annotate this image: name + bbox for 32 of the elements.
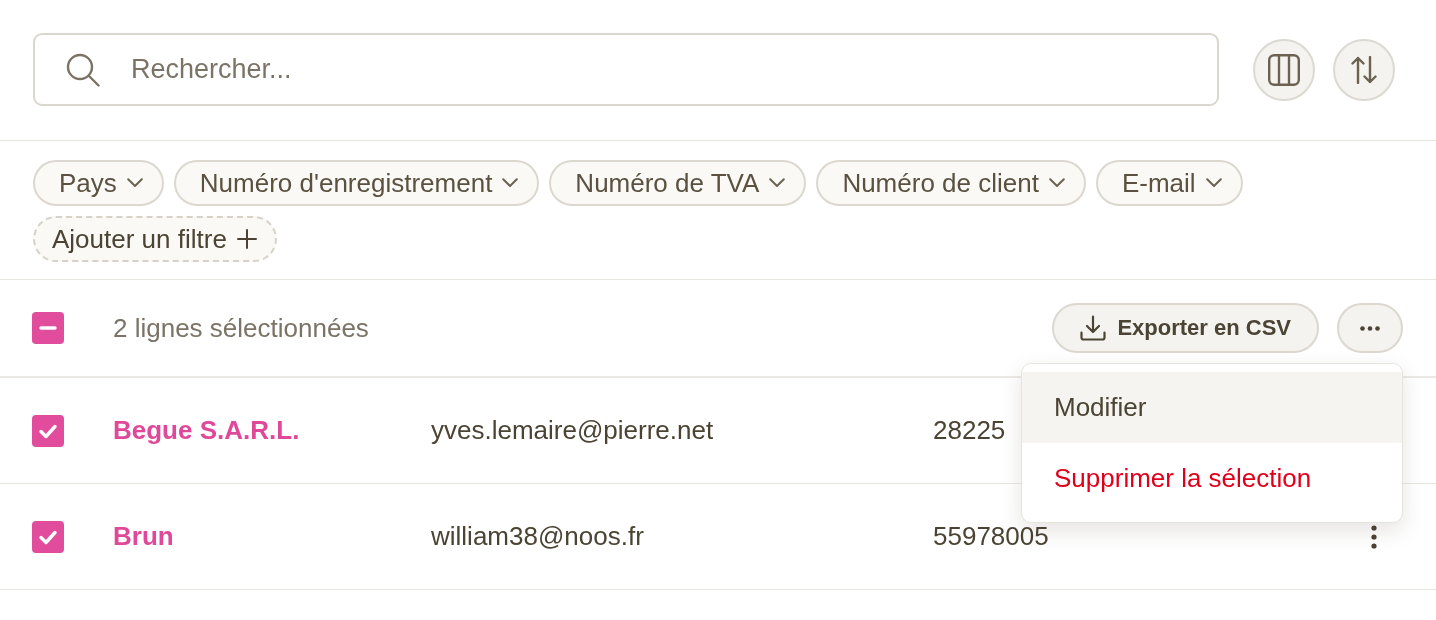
chevron-down-icon	[769, 178, 786, 188]
export-csv-button[interactable]: Exporter en CSV	[1052, 303, 1319, 353]
company-name-link[interactable]: Begue S.A.R.L.	[113, 415, 300, 445]
filter-chip[interactable]: Numéro d'enregistrement	[173, 160, 540, 206]
filter-chip[interactable]: Numéro de client	[816, 160, 1086, 206]
select-all-checkbox[interactable]	[32, 312, 64, 344]
row-checkbox[interactable]	[32, 520, 64, 553]
row-checkbox[interactable]	[32, 414, 64, 447]
menu-item[interactable]: Modifier	[1022, 372, 1402, 443]
filter-chip[interactable]: Pays	[33, 160, 164, 206]
email-cell: yves.lemaire@pierre.net	[431, 415, 714, 445]
chevron-down-icon	[1205, 178, 1222, 188]
add-filter-button[interactable]: Ajouter un filtre	[33, 216, 277, 262]
chevron-down-icon	[126, 178, 143, 188]
menu-item[interactable]: Supprimer la sélection	[1022, 443, 1402, 514]
search-field[interactable]: Rechercher...	[33, 33, 1219, 106]
company-name-link[interactable]: Brun	[113, 521, 174, 551]
filter-chip[interactable]: Numéro de TVA	[549, 160, 807, 206]
chevron-down-icon	[502, 178, 519, 188]
chevron-down-icon	[1048, 178, 1065, 188]
email-cell: william38@noos.fr	[431, 521, 644, 551]
plus-icon	[236, 229, 257, 249]
download-icon	[1080, 315, 1107, 341]
ellipsis-icon	[1360, 325, 1380, 331]
selection-count: 2 lignes sélectionnées	[113, 312, 369, 344]
vertical-ellipsis-icon[interactable]	[1371, 524, 1377, 549]
search-icon	[66, 53, 100, 87]
filter-chip[interactable]: E-mail	[1095, 160, 1243, 206]
sort-icon	[1351, 55, 1377, 84]
columns-icon	[1268, 53, 1300, 86]
number-cell: 55978005	[933, 521, 1049, 551]
number-cell: 28225	[933, 415, 1006, 445]
